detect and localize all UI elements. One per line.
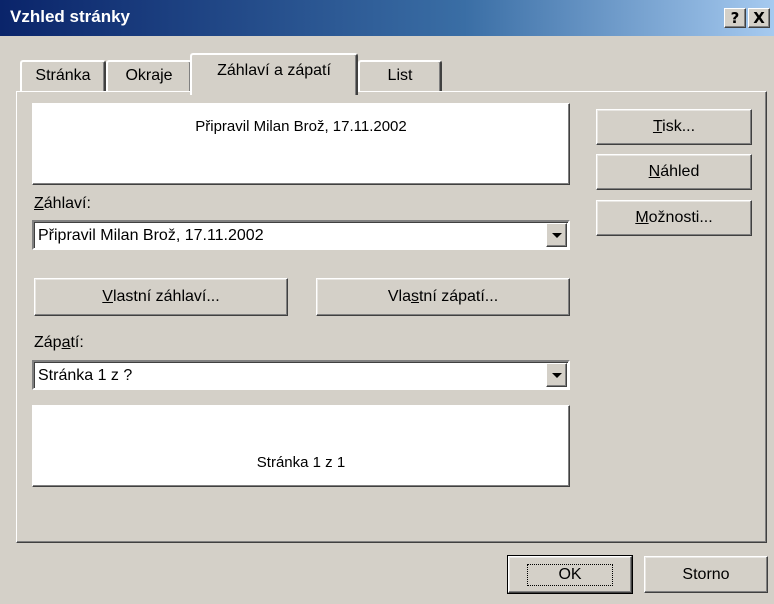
tab-label: List <box>387 67 413 84</box>
tab-list[interactable]: List <box>358 60 442 92</box>
options-label: Možnosti... <box>635 209 713 226</box>
print-preview-label: Náhled <box>648 163 700 180</box>
footer-preview-text: Stránka 1 z 1 <box>256 454 346 471</box>
cancel-label: Storno <box>682 565 730 583</box>
custom-footer-button[interactable]: Vlastní zápatí... <box>316 278 570 316</box>
footer-select[interactable]: Stránka 1 z ? <box>32 360 570 390</box>
chevron-down-icon <box>552 233 562 238</box>
help-button[interactable]: ? <box>724 8 746 28</box>
chevron-down-icon <box>552 373 562 378</box>
custom-header-label: Vlastní záhlaví... <box>102 288 220 305</box>
cancel-button[interactable]: Storno <box>644 556 768 593</box>
header-preview: Připravil Milan Brož, 17.11.2002 <box>32 103 570 185</box>
footer-label: Zápatí: <box>34 334 84 351</box>
header-preview-text: Připravil Milan Brož, 17.11.2002 <box>195 118 407 135</box>
footer-select-value: Stránka 1 z ? <box>38 367 133 384</box>
dialog-title: Vzhled stránky <box>10 7 130 26</box>
tab-label: Záhlaví a zápatí <box>217 62 331 79</box>
custom-footer-label: Vlastní zápatí... <box>387 288 499 305</box>
options-button[interactable]: Možnosti... <box>596 200 752 236</box>
tab-stranka[interactable]: Stránka <box>20 60 106 92</box>
header-label: Záhlaví: <box>34 195 91 212</box>
custom-header-button[interactable]: Vlastní záhlaví... <box>34 278 288 316</box>
tab-zahlavi-a-zapati[interactable]: Záhlaví a zápatí <box>190 53 358 95</box>
header-select-value: Připravil Milan Brož, 17.11.2002 <box>38 227 264 244</box>
print-label: Tisk... <box>652 118 696 135</box>
ok-label: OK <box>527 563 613 586</box>
close-button[interactable]: X <box>748 8 770 28</box>
header-dropdown-button[interactable] <box>546 223 567 247</box>
print-preview-button[interactable]: Náhled <box>596 154 752 190</box>
footer-preview: Stránka 1 z 1 <box>32 405 570 487</box>
tab-okraje[interactable]: Okraje <box>106 60 192 92</box>
print-button[interactable]: Tisk... <box>596 109 752 145</box>
tab-label: Okraje <box>125 67 173 84</box>
tab-label: Stránka <box>35 67 91 84</box>
footer-dropdown-button[interactable] <box>546 363 567 387</box>
ok-button[interactable]: OK <box>507 555 633 594</box>
header-select[interactable]: Připravil Milan Brož, 17.11.2002 <box>32 220 570 250</box>
